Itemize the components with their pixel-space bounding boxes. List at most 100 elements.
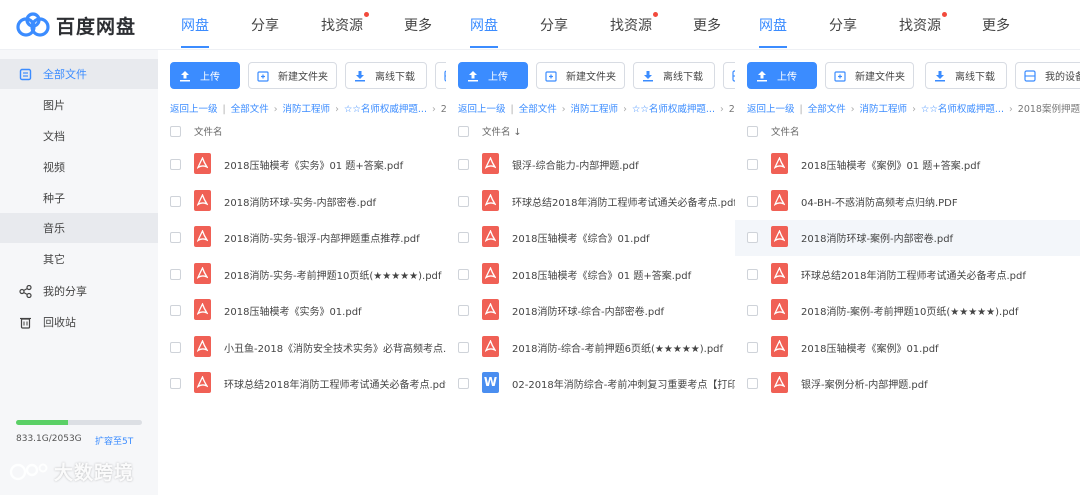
- breadcrumb-back-link[interactable]: 返回上一级: [170, 104, 218, 115]
- file-checkbox[interactable]: [458, 341, 469, 353]
- file-checkbox[interactable]: [170, 232, 181, 243]
- my-devices-button[interactable]: 我的设备: [1015, 62, 1080, 89]
- file-checkbox[interactable]: [747, 232, 758, 243]
- file-checkbox[interactable]: [458, 378, 469, 389]
- file-row[interactable]: 银浮-综合能力-内部押题.pdf: [446, 147, 735, 183]
- nav-netdisk[interactable]: 网盘: [181, 15, 209, 48]
- sidebar-item-videos[interactable]: 视频: [0, 152, 158, 182]
- file-checkbox[interactable]: [458, 305, 469, 316]
- file-checkbox[interactable]: [170, 268, 181, 280]
- file-checkbox[interactable]: [458, 195, 469, 207]
- file-row[interactable]: W 02-2018年消防综合-考前冲刺复习重要考点【打印背诵】: [446, 366, 735, 402]
- breadcrumb-level1-link[interactable]: 消防工程师: [860, 104, 908, 115]
- file-row[interactable]: 2018压轴模考《综合》01 题+答案.pdf: [446, 257, 735, 293]
- file-name[interactable]: 2018消防环球-案例-内部密卷.pdf: [801, 230, 953, 245]
- breadcrumb-all-files-link[interactable]: 全部文件: [519, 104, 557, 115]
- select-all-checkbox[interactable]: [170, 126, 181, 137]
- expand-storage-link[interactable]: 扩容至5T: [95, 434, 133, 447]
- my-devices-button[interactable]: 我的设备: [723, 62, 735, 89]
- file-name[interactable]: 2018消防-实务-银浮-内部押题重点推荐.pdf: [224, 230, 420, 245]
- offline-download-button[interactable]: 离线下载: [633, 62, 715, 89]
- breadcrumb-level1-link[interactable]: 消防工程师: [571, 104, 619, 115]
- file-name[interactable]: 02-2018年消防综合-考前冲刺复习重要考点【打印背诵】: [512, 376, 735, 391]
- file-row[interactable]: 银浮-案例分析-内部押题.pdf: [735, 366, 1080, 402]
- my-devices-button[interactable]: 我的设备: [435, 62, 446, 89]
- file-checkbox[interactable]: [170, 159, 181, 170]
- sidebar-item-images[interactable]: 图片: [0, 90, 158, 120]
- new-folder-button[interactable]: 新建文件夹: [536, 62, 625, 89]
- file-checkbox[interactable]: [170, 378, 181, 389]
- select-all-checkbox[interactable]: [747, 126, 758, 137]
- nav-netdisk[interactable]: 网盘: [759, 15, 787, 48]
- file-name[interactable]: 2018压轴模考《案例》01 题+答案.pdf: [801, 157, 980, 172]
- nav-more[interactable]: 更多: [982, 15, 1010, 35]
- file-row[interactable]: 2018消防-实务-考前押题10页纸(★★★★★).pdf: [158, 257, 446, 293]
- file-checkbox[interactable]: [458, 159, 469, 170]
- file-name[interactable]: 2018压轴模考《综合》01.pdf: [512, 230, 650, 245]
- file-row[interactable]: 小丑鱼-2018《消防安全技术实务》必背高频考点.pdf: [158, 330, 446, 366]
- file-row[interactable]: 环球总结2018年消防工程师考试通关必备考点.pdf: [158, 366, 446, 402]
- file-row[interactable]: 2018压轴模考《综合》01.pdf: [446, 220, 735, 256]
- file-checkbox[interactable]: [747, 305, 758, 316]
- file-checkbox[interactable]: [747, 378, 758, 389]
- file-row[interactable]: 04-BH-不惑消防高频考点归纳.PDF: [735, 184, 1080, 220]
- file-name[interactable]: 环球总结2018年消防工程师考试通关必备考点.pdf: [224, 376, 446, 391]
- column-header-filename[interactable]: 文件名: [194, 124, 223, 138]
- file-name[interactable]: 银浮-案例分析-内部押题.pdf: [801, 376, 928, 391]
- file-row[interactable]: 2018消防-综合-考前押题6页纸(★★★★★).pdf: [446, 330, 735, 366]
- file-checkbox[interactable]: [747, 159, 758, 170]
- file-name[interactable]: 2018压轴模考《实务》01.pdf: [224, 303, 362, 318]
- nav-find-resources[interactable]: 找资源: [321, 12, 369, 35]
- breadcrumb-level2-link[interactable]: ☆☆名师权威押题...: [344, 104, 427, 115]
- breadcrumb-level1-link[interactable]: 消防工程师: [283, 104, 331, 115]
- file-name[interactable]: 2018消防-案例-考前押题10页纸(★★★★★).pdf: [801, 303, 1018, 318]
- sidebar-item-torrents[interactable]: 种子: [0, 183, 158, 213]
- file-checkbox[interactable]: [747, 268, 758, 280]
- select-all-checkbox[interactable]: [458, 126, 469, 137]
- file-row[interactable]: 2018消防环球-实务-内部密卷.pdf: [158, 184, 446, 220]
- file-row[interactable]: 2018消防-案例-考前押题10页纸(★★★★★).pdf: [735, 293, 1080, 329]
- upload-button[interactable]: 上传: [747, 62, 817, 89]
- file-checkbox[interactable]: [458, 232, 469, 243]
- file-name[interactable]: 2018压轴模考《综合》01 题+答案.pdf: [512, 267, 691, 282]
- new-folder-button[interactable]: 新建文件夹: [825, 62, 914, 89]
- column-header-filename[interactable]: 文件名: [771, 124, 800, 138]
- nav-find-resources[interactable]: 找资源: [899, 12, 947, 35]
- file-row[interactable]: 2018压轴模考《实务》01.pdf: [158, 293, 446, 329]
- sidebar-item-other[interactable]: 其它: [0, 244, 158, 274]
- file-row[interactable]: 环球总结2018年消防工程师考试通关必备考点.pdf: [446, 184, 735, 220]
- file-name[interactable]: 环球总结2018年消防工程师考试通关必备考点.pdf: [512, 194, 735, 209]
- file-row[interactable]: 2018压轴模考《案例》01 题+答案.pdf: [735, 147, 1080, 183]
- file-name[interactable]: 2018消防环球-实务-内部密卷.pdf: [224, 194, 376, 209]
- nav-find-resources[interactable]: 找资源: [610, 12, 658, 35]
- offline-download-button[interactable]: 离线下载: [345, 62, 427, 89]
- file-name[interactable]: 银浮-综合能力-内部押题.pdf: [512, 157, 639, 172]
- sidebar-item-recycle-bin[interactable]: 回收站: [0, 307, 158, 337]
- breadcrumb-back-link[interactable]: 返回上一级: [747, 104, 795, 115]
- nav-share[interactable]: 分享: [251, 15, 279, 35]
- breadcrumb-level2-link[interactable]: ☆☆名师权威押题...: [921, 104, 1004, 115]
- sidebar-item-music[interactable]: 音乐: [0, 213, 158, 243]
- file-checkbox[interactable]: [170, 341, 181, 353]
- nav-more[interactable]: 更多: [404, 15, 432, 35]
- nav-netdisk[interactable]: 网盘: [470, 15, 498, 48]
- sidebar-item-my-shares[interactable]: 我的分享: [0, 276, 158, 306]
- nav-share[interactable]: 分享: [829, 15, 857, 35]
- file-name[interactable]: 2018消防-实务-考前押题10页纸(★★★★★).pdf: [224, 267, 441, 282]
- file-name[interactable]: 2018压轴模考《实务》01 题+答案.pdf: [224, 157, 403, 172]
- file-checkbox[interactable]: [747, 341, 758, 353]
- nav-share[interactable]: 分享: [540, 15, 568, 35]
- file-checkbox[interactable]: [747, 195, 758, 207]
- nav-more[interactable]: 更多: [693, 15, 721, 35]
- file-name[interactable]: 04-BH-不惑消防高频考点归纳.PDF: [801, 194, 958, 209]
- file-row[interactable]: 2018消防环球-综合-内部密卷.pdf: [446, 293, 735, 329]
- file-name[interactable]: 2018消防-综合-考前押题6页纸(★★★★★).pdf: [512, 340, 723, 355]
- upload-button[interactable]: 上传: [458, 62, 528, 89]
- file-row[interactable]: 环球总结2018年消防工程师考试通关必备考点.pdf: [735, 257, 1080, 293]
- breadcrumb-level2-link[interactable]: ☆☆名师权威押题...: [632, 104, 715, 115]
- file-name[interactable]: 环球总结2018年消防工程师考试通关必备考点.pdf: [801, 267, 1026, 282]
- offline-download-button[interactable]: 离线下载: [925, 62, 1007, 89]
- breadcrumb-all-files-link[interactable]: 全部文件: [808, 104, 846, 115]
- file-checkbox[interactable]: [458, 268, 469, 280]
- sidebar-item-all-files[interactable]: 全部文件: [0, 59, 158, 89]
